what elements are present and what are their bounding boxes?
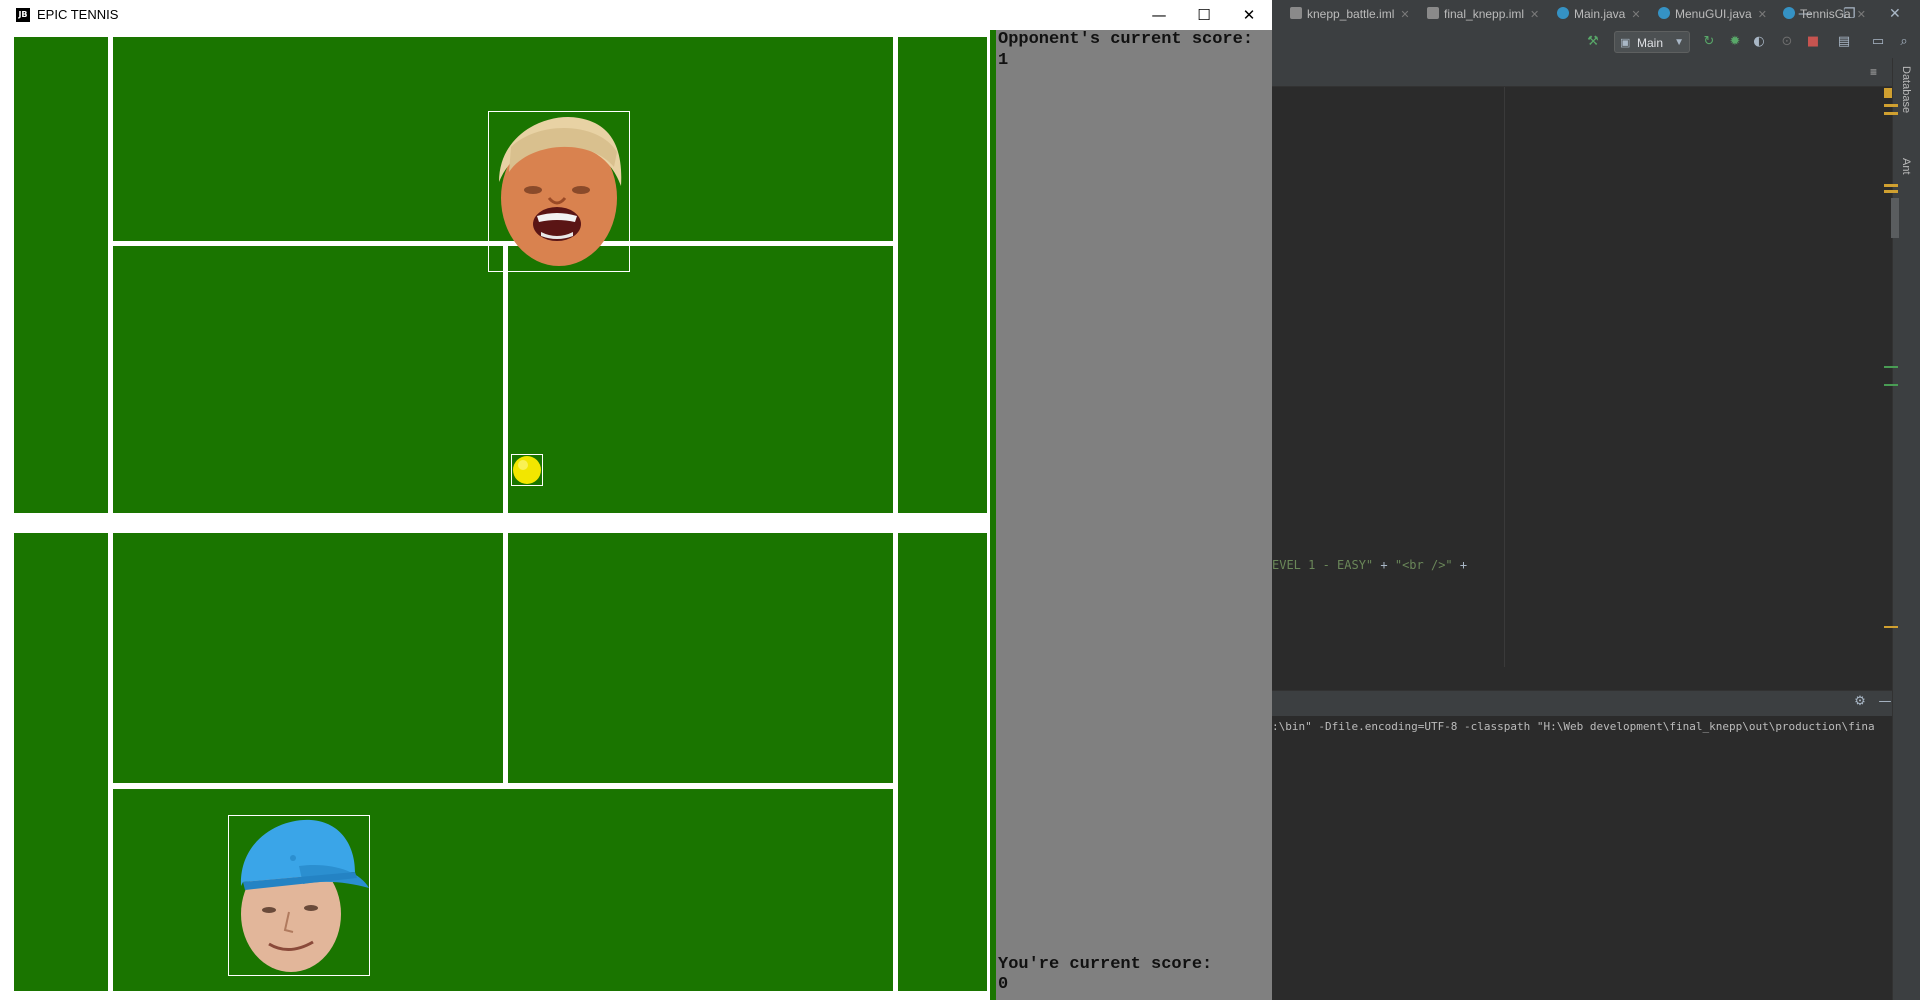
ant-tool-label[interactable]: Ant bbox=[1900, 158, 1912, 175]
editor-scrollbar[interactable] bbox=[1891, 198, 1899, 238]
court-alley-top-right bbox=[898, 37, 987, 513]
scroll-marker bbox=[1884, 626, 1898, 628]
opponent-face-icon bbox=[499, 116, 622, 266]
layout-icon[interactable]: ▭ bbox=[1870, 34, 1886, 50]
run-config-label: Main bbox=[1637, 36, 1664, 50]
scroll-marker bbox=[1884, 184, 1898, 187]
java-class-icon bbox=[1557, 7, 1569, 19]
code-line: EVEL 1 - EASY" + "<br />" + bbox=[1272, 558, 1468, 572]
tab-overflow-icon[interactable]: ≡ bbox=[1870, 58, 1877, 86]
window-title: EPIC TENNIS bbox=[37, 7, 119, 22]
gear-icon[interactable]: ⚙ bbox=[1852, 694, 1868, 710]
scroll-marker bbox=[1884, 384, 1898, 386]
close-icon[interactable]: ✕ bbox=[1758, 9, 1767, 21]
game-titlebar[interactable]: JB EPIC TENNIS — ☐ ✕ bbox=[0, 0, 1272, 30]
chevron-down-icon: ▼ bbox=[1674, 37, 1684, 48]
maximize-button[interactable]: ☐ bbox=[1181, 0, 1227, 30]
tab-main-java[interactable]: Main.java ✕ bbox=[1557, 0, 1641, 28]
database-tool-label[interactable]: Database bbox=[1900, 66, 1912, 113]
ide-close-button[interactable]: ✕ bbox=[1889, 6, 1901, 22]
tennis-ball bbox=[511, 454, 543, 486]
tab-final-knepp[interactable]: final_knepp.iml ✕ bbox=[1427, 0, 1539, 28]
close-button[interactable]: ✕ bbox=[1226, 0, 1272, 30]
tab-menugui-java[interactable]: MenuGUI.java ✕ bbox=[1658, 0, 1767, 28]
debug-icon[interactable]: ✹ bbox=[1727, 34, 1743, 50]
scroll-marker bbox=[1884, 366, 1898, 368]
minimize-button[interactable]: — bbox=[1136, 0, 1182, 30]
search-icon[interactable]: ⌕ bbox=[1896, 34, 1912, 50]
warning-marker bbox=[1884, 88, 1892, 98]
close-icon[interactable]: ✕ bbox=[1631, 9, 1640, 21]
rerun-icon[interactable]: ↻ bbox=[1701, 34, 1717, 50]
tab-knepp-battle[interactable]: knepp_battle.iml ✕ bbox=[1290, 0, 1410, 28]
run-panel-toolbar bbox=[1272, 690, 1892, 717]
opponent-player bbox=[488, 111, 630, 272]
close-icon[interactable]: ✕ bbox=[1530, 9, 1539, 21]
close-icon[interactable]: ✕ bbox=[1400, 9, 1409, 21]
run-config-icon: ▣ bbox=[1620, 37, 1631, 49]
player-character bbox=[228, 815, 370, 976]
score-panel bbox=[996, 30, 1272, 1000]
java-class-icon bbox=[1658, 7, 1670, 19]
opponent-score-value: 1 bbox=[998, 51, 1009, 70]
tab-tennisgame-java[interactable]: TennisGa ✕ bbox=[1783, 0, 1866, 28]
coverage-icon[interactable]: ◐ bbox=[1751, 34, 1767, 50]
run-console[interactable] bbox=[1272, 716, 1892, 1000]
player-score-label: You're current score: bbox=[998, 955, 1213, 974]
editor-divider bbox=[1504, 87, 1505, 667]
court-alley-bottom-left bbox=[14, 533, 108, 991]
project-structure-icon[interactable]: ▤ bbox=[1836, 34, 1852, 50]
close-icon[interactable]: ✕ bbox=[1857, 9, 1866, 21]
player-face-icon bbox=[240, 819, 369, 972]
profile-icon[interactable]: ⊙ bbox=[1779, 34, 1795, 50]
opponent-score-label: Opponent's current score: bbox=[998, 30, 1254, 49]
java-class-icon bbox=[1783, 7, 1795, 19]
service-box-bottom-left bbox=[113, 533, 503, 783]
scroll-marker bbox=[1884, 112, 1898, 115]
service-box-bottom-right bbox=[508, 533, 893, 783]
player-score-value: 0 bbox=[998, 975, 1009, 994]
run-config-select[interactable]: ▣ Main ▼ bbox=[1614, 31, 1690, 53]
hide-panel-icon[interactable]: — bbox=[1877, 694, 1893, 710]
court-alley-bottom-right bbox=[898, 533, 987, 991]
code-editor[interactable] bbox=[1272, 87, 1892, 667]
build-hammer-icon[interactable]: ⚒ bbox=[1585, 34, 1601, 50]
service-box-top-left bbox=[113, 246, 503, 513]
ball-icon bbox=[513, 456, 541, 484]
scroll-marker bbox=[1884, 104, 1898, 107]
scroll-marker bbox=[1884, 190, 1898, 193]
court-alley-top-left bbox=[14, 37, 108, 513]
console-output: :\bin" -Dfile.encoding=UTF-8 -classpath … bbox=[1272, 720, 1875, 733]
module-file-icon bbox=[1427, 7, 1439, 19]
module-file-icon bbox=[1290, 7, 1302, 19]
service-box-top-right bbox=[508, 246, 893, 513]
stop-icon[interactable]: ■ bbox=[1805, 34, 1821, 50]
editor-tab-bar bbox=[1272, 58, 1892, 87]
app-logo-icon: JB bbox=[16, 8, 30, 22]
